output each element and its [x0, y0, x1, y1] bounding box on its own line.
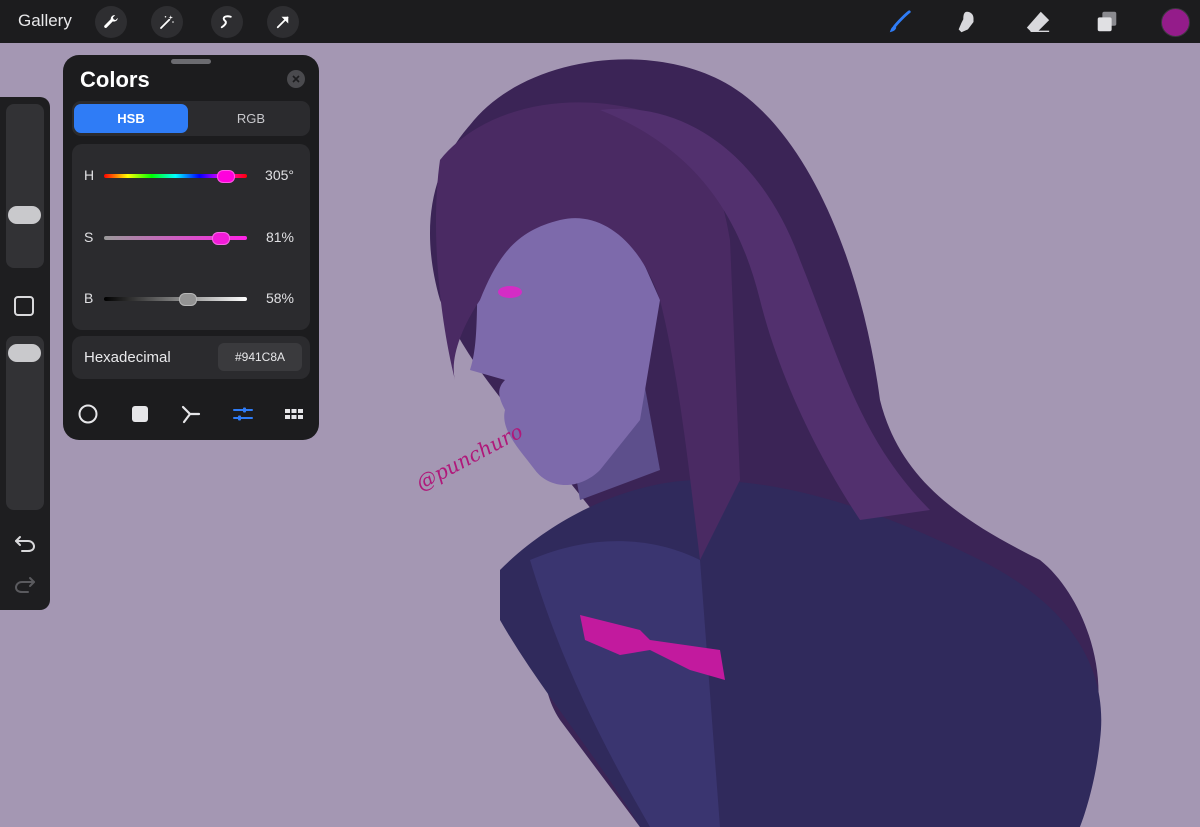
- modify-button[interactable]: [14, 296, 34, 316]
- wrench-icon: [104, 15, 118, 28]
- hue-value[interactable]: 305°: [265, 167, 294, 183]
- opacity-slider[interactable]: [6, 336, 44, 510]
- brightness-label: B: [84, 290, 94, 306]
- layers-icon: [1097, 11, 1117, 32]
- saturation-value[interactable]: 81%: [266, 229, 294, 245]
- smudge-tool-button[interactable]: [953, 8, 981, 36]
- tab-hsb[interactable]: HSB: [74, 104, 188, 133]
- close-icon: [292, 75, 300, 83]
- brightness-slider[interactable]: [104, 293, 247, 306]
- brightness-value[interactable]: 58%: [266, 290, 294, 306]
- panel-grabber[interactable]: [171, 59, 211, 64]
- actions-button[interactable]: [95, 6, 127, 38]
- value-mode-icon: [233, 407, 253, 421]
- color-model-segmented-control: HSB RGB: [72, 101, 310, 136]
- gallery-button[interactable]: Gallery: [18, 11, 72, 31]
- adjustments-button[interactable]: [151, 6, 183, 38]
- eraser-icon: [1026, 11, 1050, 32]
- panel-title: Colors: [80, 67, 150, 92]
- undo-icon[interactable]: [13, 534, 37, 554]
- brightness-slider-thumb[interactable]: [178, 293, 197, 306]
- hsb-sliders: H 305° S 81% B 58%: [72, 144, 310, 330]
- top-toolbar: Gallery: [0, 0, 1200, 43]
- hexadecimal-field[interactable]: #941C8A: [218, 343, 302, 371]
- hue-label: H: [84, 167, 95, 183]
- brush-size-slider[interactable]: [6, 104, 44, 268]
- saturation-slider-thumb[interactable]: [211, 232, 230, 245]
- disc-mode-button[interactable]: [77, 403, 99, 425]
- redo-icon[interactable]: [13, 575, 37, 595]
- palettes-mode-icon: [285, 409, 303, 419]
- close-panel-button[interactable]: [287, 70, 305, 88]
- colors-panel: Colors HSB RGB H 305° S 81% B 58% Hexade…: [63, 55, 319, 440]
- value-mode-button[interactable]: [232, 403, 254, 425]
- hue-slider[interactable]: [104, 170, 247, 183]
- magic-wand-icon: [160, 15, 174, 29]
- current-color-button[interactable]: [1161, 8, 1190, 37]
- hexadecimal-label: Hexadecimal: [84, 349, 171, 366]
- transform-arrow-icon: [276, 16, 289, 29]
- layers-button[interactable]: [1093, 8, 1121, 36]
- saturation-slider[interactable]: [104, 232, 247, 245]
- palettes-mode-button[interactable]: [283, 403, 305, 425]
- brush-icon: [889, 10, 911, 33]
- transform-button[interactable]: [267, 6, 299, 38]
- opacity-thumb[interactable]: [8, 344, 41, 362]
- classic-mode-icon: [132, 406, 148, 422]
- brush-size-thumb[interactable]: [8, 206, 41, 224]
- harmony-mode-button[interactable]: [180, 403, 202, 425]
- disc-mode-icon: [78, 404, 98, 424]
- hexadecimal-row: Hexadecimal #941C8A: [72, 336, 310, 379]
- brush-tool-button[interactable]: [886, 8, 914, 36]
- harmony-mode-icon: [181, 405, 201, 424]
- classic-mode-button[interactable]: [129, 403, 151, 425]
- smudge-icon: [958, 11, 974, 33]
- left-sidebar: [0, 97, 50, 610]
- saturation-label: S: [84, 229, 94, 245]
- tab-rgb[interactable]: RGB: [194, 104, 308, 133]
- selection-button[interactable]: [211, 6, 243, 38]
- selection-icon: [220, 15, 232, 29]
- eraser-tool-button[interactable]: [1024, 8, 1052, 36]
- hue-slider-thumb[interactable]: [217, 170, 236, 183]
